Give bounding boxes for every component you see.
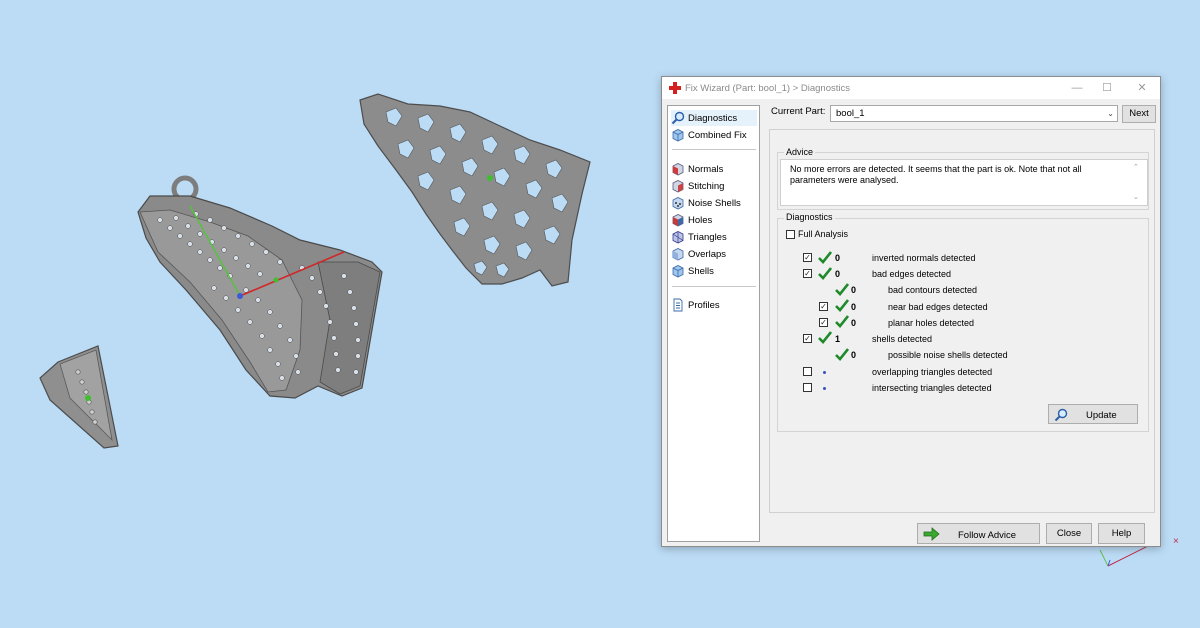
pending-dot-icon [823,387,826,390]
bad-edges-label: bad edges detected [872,269,952,279]
pending-dot-icon [823,371,826,374]
shells-icon [671,264,685,278]
green-check-icon [818,267,832,280]
full-analysis-label: Full Analysis [798,229,849,239]
nav-separator [672,286,756,287]
scroll-up-icon[interactable]: ⌃ [1133,163,1139,171]
nav-item-stitching[interactable]: Stitching [671,178,757,194]
shells-label: shells detected [872,334,933,344]
green-arrow-icon [923,527,940,541]
intersecting-triangles-label: intersecting triangles detected [872,383,992,393]
nav-item-shells[interactable]: Shells [671,263,757,279]
intersecting-triangles-checkbox[interactable] [803,383,812,392]
nav-item-diagnostics[interactable]: Diagnostics [671,110,757,126]
nav-item-combined-fix[interactable]: Combined Fix [671,127,757,143]
nav-item-label: Shells [688,265,714,277]
wedge-model[interactable] [39,345,119,449]
praying-hands-model[interactable] [137,175,383,399]
green-check-icon [818,331,832,344]
close-button[interactable]: Close [1046,523,1092,544]
wizard-nav: Diagnostics Combined Fix Normals Stitchi… [667,105,760,542]
near-bad-edges-count: 0 [851,302,857,312]
nav-item-normals[interactable]: Normals [671,161,757,177]
bad-edges-count: 0 [835,269,841,279]
update-button[interactable]: Update [1048,404,1138,424]
noise-shells-icon [671,196,685,210]
bad-edges-checkbox[interactable]: ✓ [803,269,812,278]
advice-textbox[interactable]: No more errors are detected. It seems th… [780,159,1148,206]
help-button[interactable]: Help [1098,523,1145,544]
planar-holes-label: planar holes detected [888,318,975,328]
scroll-down-icon[interactable]: ⌄ [1133,193,1139,201]
svg-text:×: × [1173,536,1179,547]
green-check-icon [835,315,849,328]
document-icon [671,298,685,312]
nav-separator [672,149,756,150]
nav-item-label: Normals [688,163,724,175]
near-bad-edges-checkbox[interactable]: ✓ [819,302,828,311]
nav-item-label: Diagnostics [688,112,738,124]
maximize-button[interactable]: ☐ [1092,80,1122,96]
current-part-select[interactable]: bool_1 ⌄ [830,105,1118,122]
bad-contours-label: bad contours detected [888,285,978,295]
stitching-icon [671,179,685,193]
nav-item-label: Combined Fix [688,129,747,141]
shells-count: 1 [835,334,841,344]
window-title: Fix Wizard (Part: bool_1) > Diagnostics [685,83,850,94]
near-bad-edges-label: near bad edges detected [888,302,988,312]
nav-item-label: Triangles [688,231,727,243]
planar-holes-checkbox[interactable]: ✓ [819,318,828,327]
nav-item-profiles[interactable]: Profiles [671,297,757,313]
overlaps-icon [671,247,685,261]
current-part-value: bool_1 [836,108,865,119]
green-check-icon [818,251,832,264]
hands-plate-model[interactable] [359,93,591,287]
planar-holes-count: 0 [851,318,857,328]
nav-item-noise-shells[interactable]: Noise Shells [671,195,757,211]
holes-icon [671,213,685,227]
current-part-label: Current Part: [771,106,826,117]
inverted-normals-count: 0 [835,253,841,263]
shells-checkbox[interactable]: ✓ [803,334,812,343]
close-window-button[interactable]: ✕ [1127,80,1157,96]
chevron-down-icon: ⌄ [1107,109,1114,118]
overlapping-triangles-checkbox[interactable] [803,367,812,376]
nav-item-label: Overlaps [688,248,727,260]
next-button[interactable]: Next [1122,105,1156,123]
follow-advice-button[interactable]: Follow Advice [917,523,1040,544]
inverted-normals-label: inverted normals detected [872,253,976,263]
nav-item-label: Stitching [688,180,725,192]
nav-item-holes[interactable]: Holes [671,212,757,228]
full-analysis-checkbox[interactable] [786,230,795,239]
normals-icon [671,162,685,176]
title-bar[interactable]: Fix Wizard (Part: bool_1) > Diagnostics … [662,77,1160,99]
noise-shells-count: 0 [851,350,857,360]
nav-item-overlaps[interactable]: Overlaps [671,246,757,262]
diagnostics-title: Diagnostics [784,212,835,222]
red-cross-icon [669,82,681,94]
green-check-icon [835,348,849,361]
green-check-icon [835,283,849,296]
fix-wizard-dialog: Fix Wizard (Part: bool_1) > Diagnostics … [661,76,1161,547]
nav-item-label: Holes [688,214,713,226]
cube-icon [671,128,685,142]
nav-item-label: Noise Shells [688,197,741,209]
magnifier-icon [671,111,685,125]
inverted-normals-checkbox[interactable]: ✓ [803,253,812,262]
triangles-icon [671,230,685,244]
advice-text: No more errors are detected. It seems th… [790,164,1082,185]
minimize-button[interactable]: — [1062,80,1092,96]
noise-shells-label: possible noise shells detected [888,350,1008,360]
nav-item-label: Profiles [688,299,720,311]
bad-contours-count: 0 [851,285,857,295]
advice-title: Advice [784,147,816,157]
follow-advice-label: Follow Advice [958,530,1017,541]
update-label: Update [1086,410,1117,421]
overlapping-triangles-label: overlapping triangles detected [872,367,993,377]
magnifier-icon [1054,408,1068,422]
nav-item-triangles[interactable]: Triangles [671,229,757,245]
green-check-icon [835,299,849,312]
